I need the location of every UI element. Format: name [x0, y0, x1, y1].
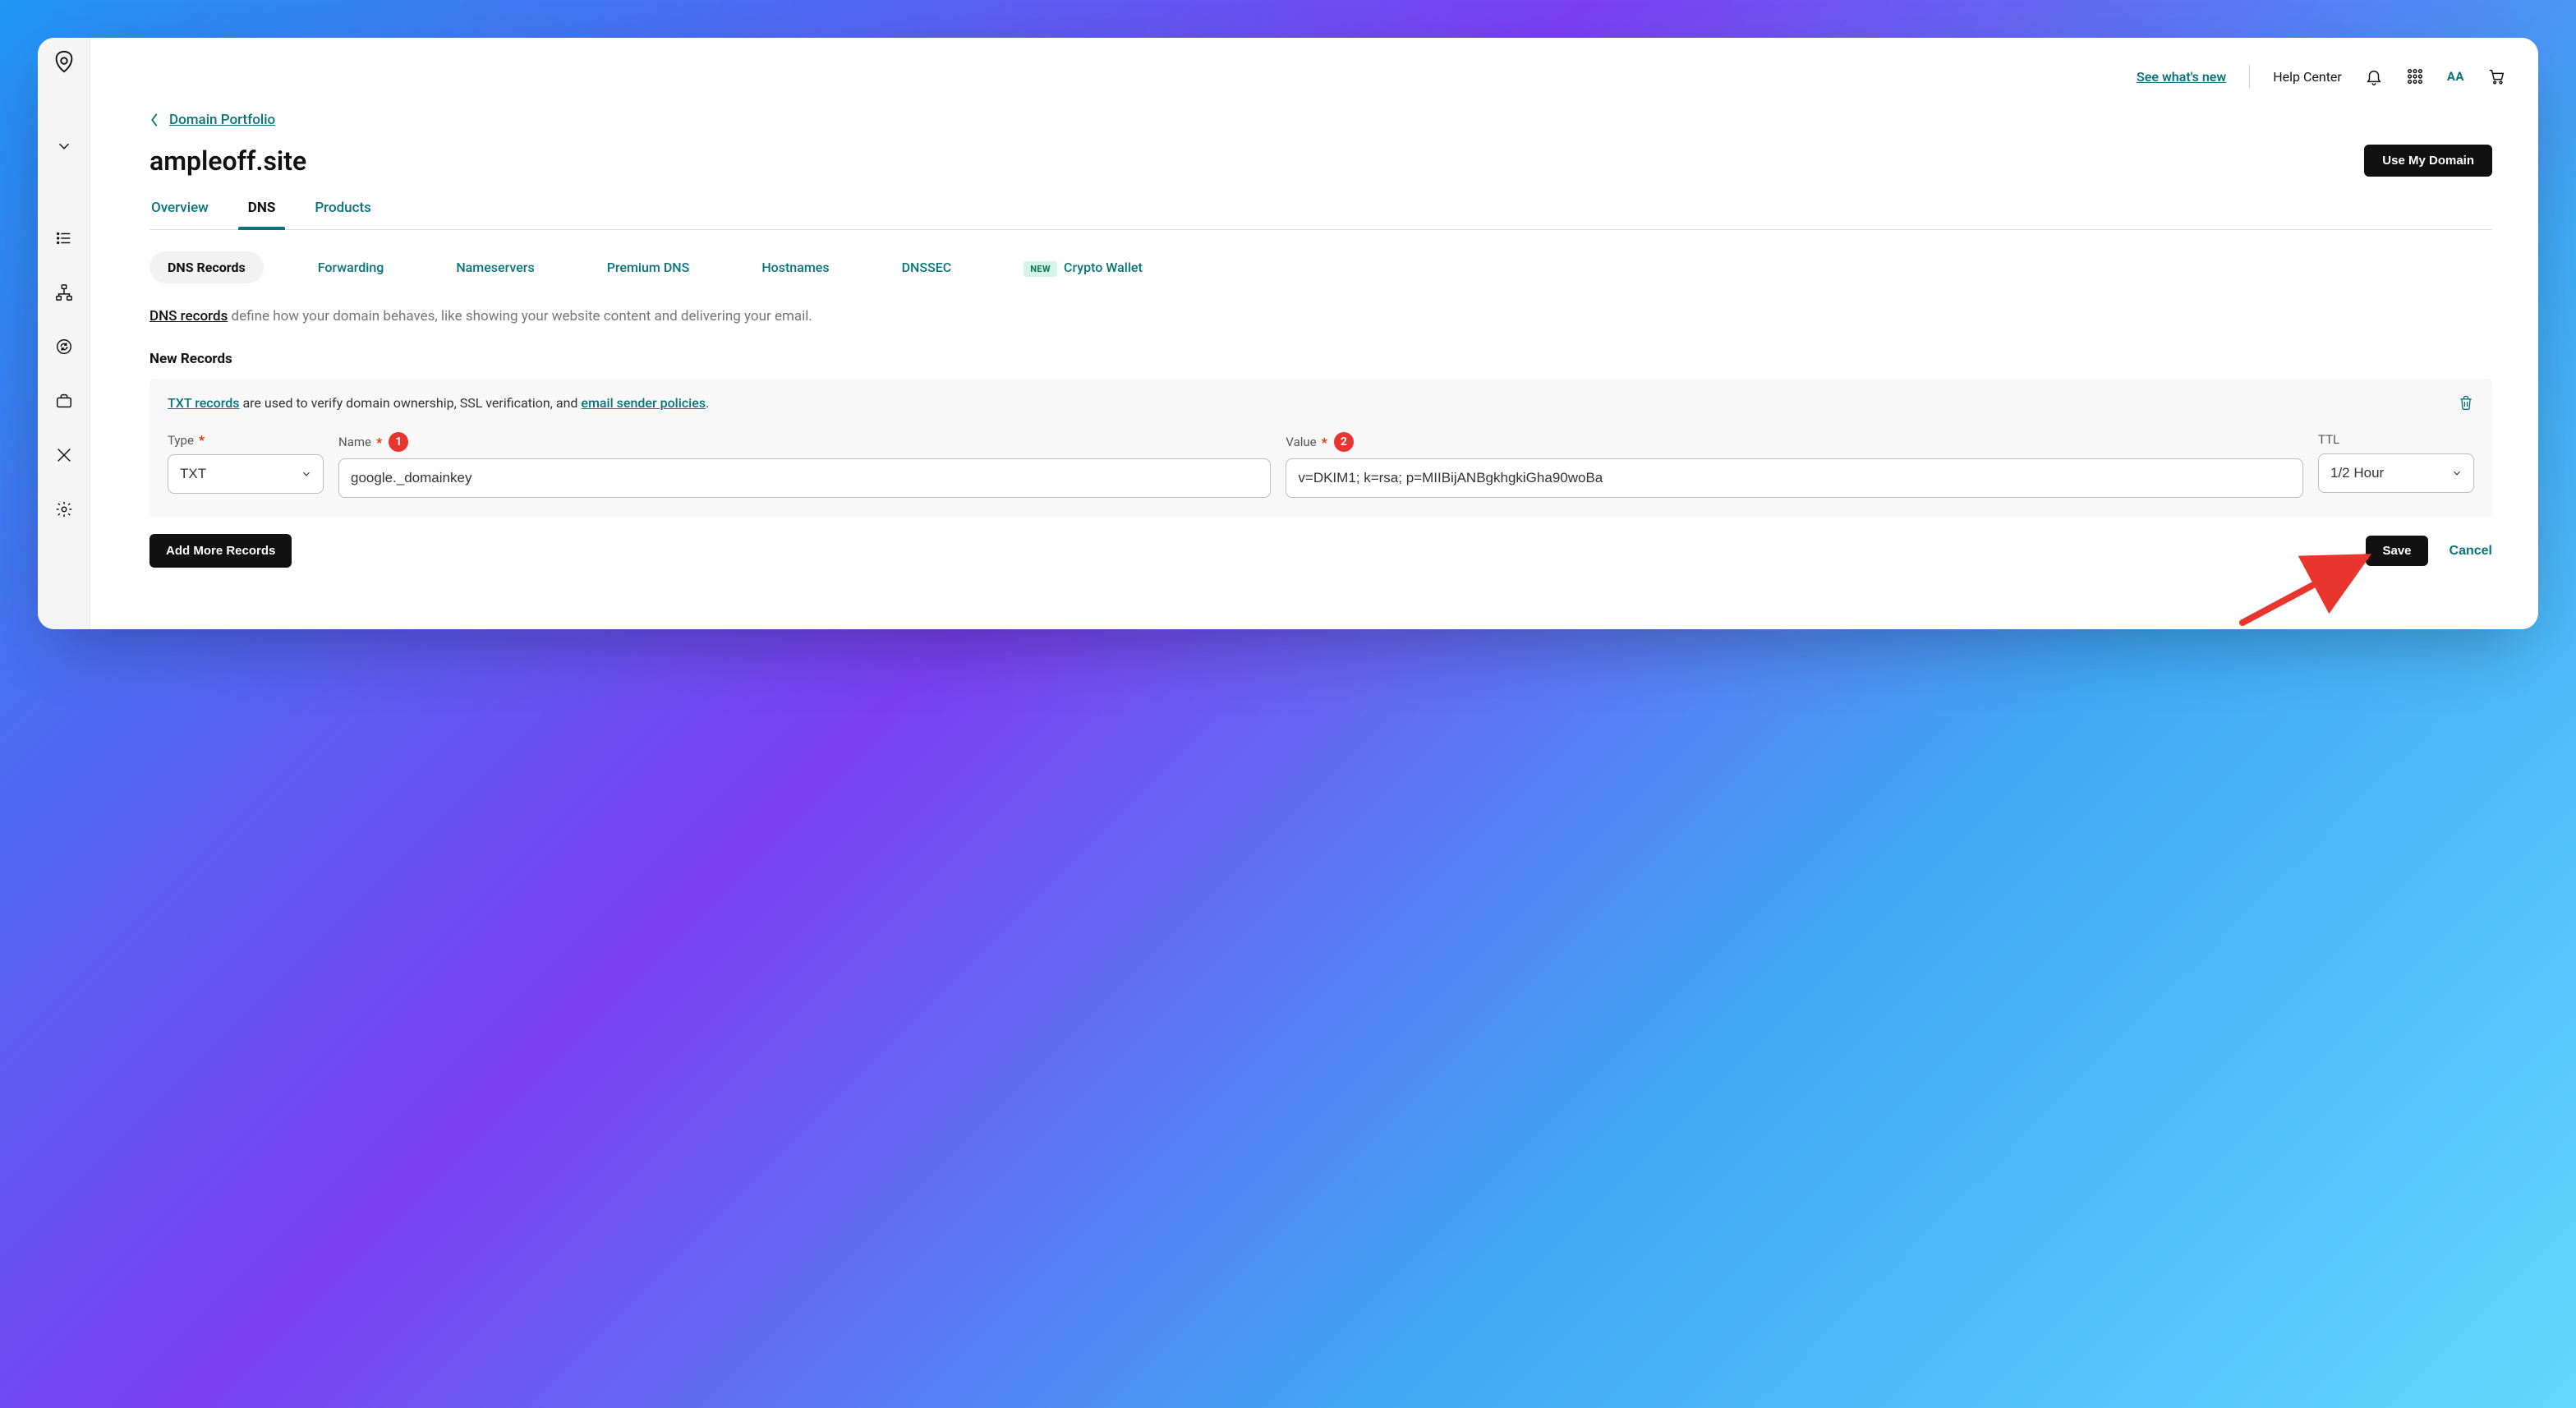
page-title: ampleoff.site: [150, 145, 306, 177]
callout-badge-1: 1: [389, 432, 408, 452]
save-button[interactable]: Save: [2366, 536, 2427, 566]
cancel-button[interactable]: Cancel: [2450, 544, 2492, 559]
txt-records-link[interactable]: TXT records: [168, 395, 239, 411]
sitemap-icon[interactable]: [44, 273, 84, 312]
name-input[interactable]: [338, 458, 1271, 498]
ttl-label: TTL: [2318, 432, 2339, 447]
breadcrumb[interactable]: Domain Portfolio: [150, 112, 2492, 128]
callout-badge-2: 2: [1334, 432, 1354, 452]
trash-icon: [2458, 393, 2474, 412]
apps-grid-icon[interactable]: [2406, 67, 2424, 85]
tab-dns[interactable]: DNS: [246, 200, 278, 229]
subtab-crypto-wallet[interactable]: NEW Crypto Wallet: [1005, 251, 1161, 283]
new-records-heading: New Records: [150, 351, 2492, 367]
value-label: Value: [1286, 435, 1316, 449]
sub-tabs: DNS Records Forwarding Nameservers Premi…: [150, 251, 2492, 283]
whats-new-link[interactable]: See what's new: [2137, 69, 2226, 85]
main-panel: See what's new Help Center AA Domain Por…: [90, 38, 2538, 629]
subtab-premium-dns[interactable]: Premium DNS: [589, 251, 708, 283]
list-icon[interactable]: [44, 219, 84, 258]
email-policies-link[interactable]: email sender policies: [581, 395, 706, 411]
type-select[interactable]: [168, 454, 324, 494]
txt-info-mid: are used to verify domain ownership, SSL…: [239, 395, 581, 411]
tab-products[interactable]: Products: [313, 200, 373, 229]
dns-records-help-link[interactable]: DNS records: [150, 308, 228, 324]
ttl-select[interactable]: [2318, 453, 2474, 493]
type-required-marker: *: [199, 432, 205, 448]
tools-icon[interactable]: [44, 435, 84, 475]
subtab-crypto-wallet-label: Crypto Wallet: [1064, 260, 1143, 275]
subtab-nameservers[interactable]: Nameservers: [438, 251, 552, 283]
tab-overview[interactable]: Overview: [150, 200, 210, 229]
type-label: Type: [168, 433, 194, 448]
subtab-dnssec[interactable]: DNSSEC: [884, 251, 970, 283]
topbar: See what's new Help Center AA: [90, 38, 2538, 97]
new-badge: NEW: [1024, 261, 1057, 277]
txt-info-end: .: [706, 395, 709, 411]
cart-icon[interactable]: [2487, 67, 2505, 85]
gear-icon[interactable]: [44, 490, 84, 529]
dns-records-description-text: define how your domain behaves, like sho…: [228, 308, 812, 324]
txt-records-info: TXT records are used to verify domain ow…: [168, 395, 2474, 411]
dns-records-description: DNS records define how your domain behav…: [150, 308, 2492, 324]
form-actions: Add More Records Save Cancel: [150, 534, 2492, 568]
name-required-marker: *: [376, 435, 382, 450]
briefcase-icon[interactable]: [44, 381, 84, 421]
add-more-records-button[interactable]: Add More Records: [150, 534, 292, 568]
value-input[interactable]: [1286, 458, 2303, 498]
tabs: Overview DNS Products: [150, 200, 2492, 230]
new-record-card: TXT records are used to verify domain ow…: [150, 379, 2492, 518]
value-required-marker: *: [1322, 435, 1327, 450]
subtab-dns-records[interactable]: DNS Records: [150, 251, 264, 283]
subtab-forwarding[interactable]: Forwarding: [300, 251, 402, 283]
name-label: Name: [338, 435, 371, 449]
text-size-button[interactable]: AA: [2447, 69, 2464, 84]
chevron-down-icon[interactable]: [44, 127, 84, 166]
topbar-separator: [2249, 65, 2250, 88]
use-my-domain-button[interactable]: Use My Domain: [2364, 145, 2492, 177]
bell-icon[interactable]: [2365, 67, 2383, 85]
chevron-left-icon: [150, 113, 159, 127]
delete-record-button[interactable]: [2458, 393, 2474, 415]
godaddy-logo-icon: [52, 49, 76, 74]
left-rail: [38, 38, 90, 629]
subtab-hostnames[interactable]: Hostnames: [743, 251, 847, 283]
help-center-link[interactable]: Help Center: [2273, 69, 2342, 85]
refresh-icon[interactable]: [44, 327, 84, 366]
breadcrumb-link[interactable]: Domain Portfolio: [169, 112, 275, 128]
